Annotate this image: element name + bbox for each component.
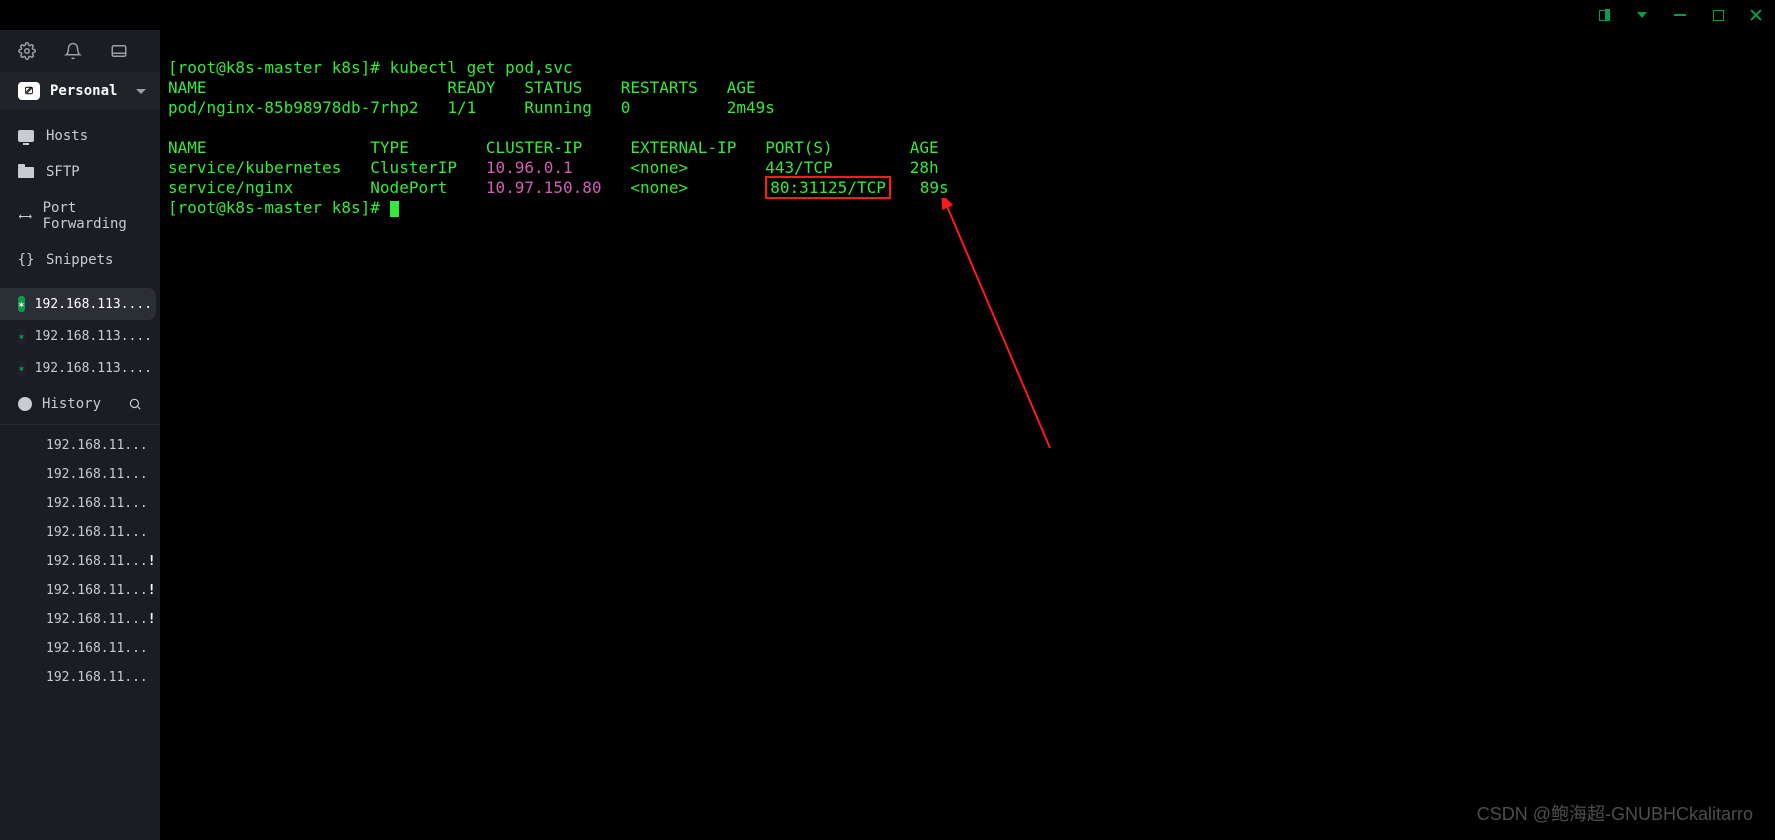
session-item[interactable]: ✶ 192.168.113.... bbox=[0, 352, 160, 384]
sessions-group: ✶ 192.168.113.... ✶ 192.168.113.... ✶ 19… bbox=[0, 282, 160, 384]
alert-icon: ! bbox=[148, 554, 156, 569]
history-item-label: 192.168.11... bbox=[46, 438, 148, 453]
terminal-output: service/nginx NodePort bbox=[168, 178, 486, 197]
history-item-label: 192.168.11... bbox=[46, 467, 148, 482]
nav-label: Hosts bbox=[46, 128, 88, 144]
history-item[interactable]: 192.168.11...! bbox=[0, 576, 160, 605]
history-item-label: 192.168.11... bbox=[46, 554, 148, 569]
history-item-label: 192.168.11... bbox=[46, 641, 148, 656]
terminal-output: <none> bbox=[601, 178, 765, 197]
watermark-text: CSDN @鲍海超-GNUBHCkalitarro bbox=[1477, 804, 1753, 824]
terminal-output: NAME READY STATUS RESTARTS AGE bbox=[168, 78, 756, 97]
port-forward-icon bbox=[18, 208, 31, 224]
terminal-output: <none> 443/TCP 28h bbox=[573, 158, 939, 177]
minimize-icon[interactable] bbox=[1673, 8, 1687, 22]
nav-hosts[interactable]: Hosts bbox=[0, 118, 160, 154]
nav-port-forwarding[interactable]: Port Forwarding bbox=[0, 190, 160, 242]
history-item[interactable]: 192.168.11... bbox=[0, 489, 160, 518]
history-item[interactable]: 192.168.11... bbox=[0, 431, 160, 460]
nav-sftp[interactable]: SFTP bbox=[0, 154, 160, 190]
alert-icon: ! bbox=[148, 612, 156, 627]
terminal-prompt: [root@k8s-master k8s]# bbox=[168, 58, 390, 77]
history-icon bbox=[18, 397, 32, 411]
sidebar: ⎚ Personal Hosts SFTP Port Forwarding {}… bbox=[0, 30, 160, 840]
session-icon: ✶ bbox=[18, 360, 25, 376]
sidebar-top-toolbar bbox=[0, 30, 160, 72]
split-panel-icon[interactable] bbox=[1597, 8, 1611, 22]
braces-icon: {} bbox=[18, 252, 34, 268]
history-item-label: 192.168.11... bbox=[46, 525, 148, 540]
history-item-label: 192.168.11... bbox=[46, 583, 148, 598]
terminal-output-ip: 10.96.0.1 bbox=[486, 158, 573, 177]
history-header[interactable]: History bbox=[0, 384, 160, 424]
workspace-selector[interactable]: ⎚ Personal bbox=[0, 72, 160, 110]
annotation-highlight-box: 80:31125/TCP bbox=[765, 176, 891, 199]
close-icon[interactable] bbox=[1749, 8, 1763, 22]
alert-icon: ! bbox=[148, 583, 156, 598]
terminal-prompt: [root@k8s-master k8s]# bbox=[168, 198, 390, 217]
folder-icon bbox=[18, 164, 34, 180]
panel-icon[interactable] bbox=[110, 42, 128, 60]
hosts-icon bbox=[18, 128, 34, 144]
dropdown-icon[interactable] bbox=[1635, 8, 1649, 22]
history-item-label: 192.168.11... bbox=[46, 670, 148, 685]
titlebar bbox=[0, 0, 1775, 30]
bell-icon[interactable] bbox=[64, 42, 82, 60]
terminal-pane[interactable]: [root@k8s-master k8s]# kubectl get pod,s… bbox=[160, 30, 1775, 840]
search-icon[interactable] bbox=[128, 397, 142, 411]
nav-label: Snippets bbox=[46, 252, 113, 268]
nav-section: Hosts SFTP Port Forwarding {} Snippets bbox=[0, 110, 160, 282]
terminal-output: pod/nginx-85b98978db-7rhp2 1/1 Running 0… bbox=[168, 98, 775, 117]
workspace-label: Personal bbox=[50, 83, 117, 99]
session-item[interactable]: ✶ 192.168.113.... bbox=[0, 288, 156, 320]
terminal-cursor bbox=[390, 201, 399, 217]
history-item[interactable]: 192.168.11...! bbox=[0, 547, 160, 576]
history-item-label: 192.168.11... bbox=[46, 496, 148, 511]
history-item[interactable]: 192.168.11... bbox=[0, 518, 160, 547]
history-item-label: 192.168.11... bbox=[46, 612, 148, 627]
terminal-output: service/kubernetes ClusterIP bbox=[168, 158, 486, 177]
terminal-output-ip: 10.97.150.80 bbox=[486, 178, 602, 197]
history-list: 192.168.11... 192.168.11... 192.168.11..… bbox=[0, 424, 160, 840]
history-item[interactable]: 192.168.11... bbox=[0, 460, 160, 489]
annotation-arrow bbox=[940, 198, 1080, 458]
nav-label: Port Forwarding bbox=[43, 200, 142, 232]
session-label: 192.168.113.... bbox=[35, 329, 152, 344]
terminal-output: 89s bbox=[891, 178, 949, 197]
maximize-icon[interactable] bbox=[1711, 8, 1725, 22]
session-item[interactable]: ✶ 192.168.113.... bbox=[0, 320, 160, 352]
nav-snippets[interactable]: {} Snippets bbox=[0, 242, 160, 278]
history-item[interactable]: 192.168.11... bbox=[0, 634, 160, 663]
history-label: History bbox=[42, 396, 101, 412]
history-item[interactable]: 192.168.11... bbox=[0, 663, 160, 692]
history-item[interactable]: 192.168.11...! bbox=[0, 605, 160, 634]
gear-icon[interactable] bbox=[18, 42, 36, 60]
workspace-badge-icon: ⎚ bbox=[18, 82, 40, 100]
terminal-command: kubectl get pod,svc bbox=[390, 58, 573, 77]
nav-label: SFTP bbox=[46, 164, 80, 180]
session-label: 192.168.113.... bbox=[35, 297, 152, 312]
session-icon: ✶ bbox=[18, 328, 25, 344]
session-label: 192.168.113.... bbox=[35, 361, 152, 376]
session-active-icon: ✶ bbox=[18, 296, 25, 312]
terminal-output: NAME TYPE CLUSTER-IP EXTERNAL-IP PORT(S)… bbox=[168, 138, 939, 157]
chevron-down-icon bbox=[136, 89, 146, 94]
